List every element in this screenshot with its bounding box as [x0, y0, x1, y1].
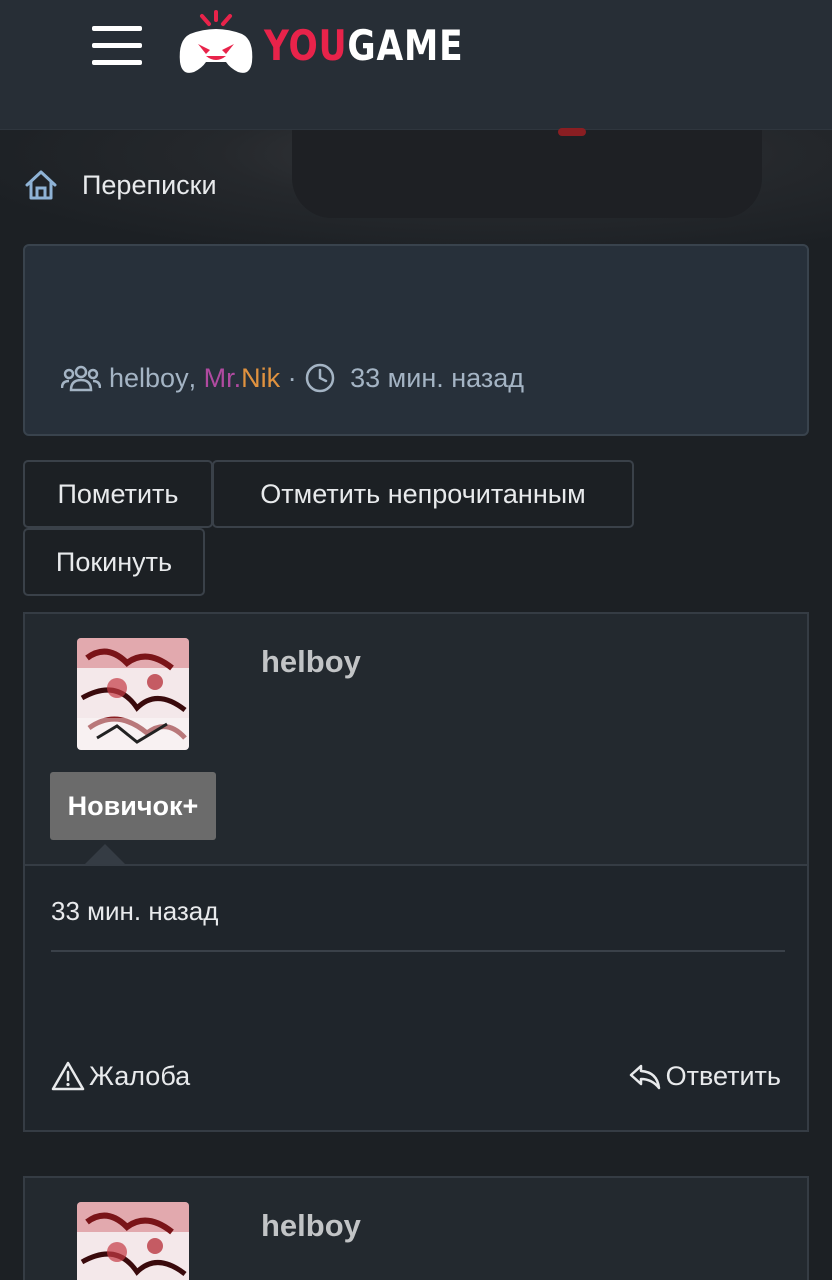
message-username[interactable]: helboy	[261, 1208, 361, 1244]
message-card: helboy	[23, 1176, 809, 1280]
conversation-time: 33 мин. назад	[350, 362, 525, 393]
menu-burger-icon[interactable]	[92, 26, 142, 68]
hero-decoration	[292, 130, 762, 218]
meta-dot: ·	[287, 362, 297, 393]
top-header: YOUGAME	[0, 0, 832, 130]
reply-button[interactable]: Ответить	[628, 1060, 781, 1092]
message-card: helboy Новичок+ 33 мин. назад Жалоба Отв…	[23, 612, 809, 1132]
report-label: Жалоба	[89, 1060, 191, 1091]
avatar-image	[77, 1202, 189, 1280]
clock-icon	[305, 363, 335, 393]
logo-text-game: GAME	[347, 20, 464, 70]
avatar[interactable]	[77, 1202, 189, 1280]
breadcrumb: Переписки	[22, 166, 217, 204]
mark-button[interactable]: Пометить	[23, 460, 213, 528]
report-button[interactable]: Жалоба	[51, 1060, 190, 1092]
message-username[interactable]: helboy	[261, 644, 361, 680]
hero-red-light	[558, 128, 586, 136]
conversation-header: helboy, Mr. Nik · 33 мин. назад	[23, 244, 809, 436]
users-icon	[61, 365, 101, 392]
participant-helboy[interactable]: helboy	[109, 363, 189, 394]
divider	[51, 950, 785, 952]
home-icon[interactable]	[22, 166, 60, 204]
participant-nik[interactable]: Nik	[241, 363, 280, 394]
message-body: 33 мин. назад Жалоба Ответить	[25, 866, 807, 1130]
conversation-meta: helboy, Mr. Nik · 33 мин. назад	[61, 362, 524, 394]
rank-badge: Новичок+	[50, 772, 216, 840]
leave-button[interactable]: Покинуть	[23, 528, 205, 596]
site-logo[interactable]: YOUGAME	[176, 10, 507, 80]
logo-text-you: YOU	[264, 20, 348, 70]
participant-mr[interactable]: Mr.	[204, 363, 242, 394]
avatar[interactable]	[77, 638, 189, 750]
reply-label: Ответить	[665, 1060, 781, 1091]
mark-unread-button[interactable]: Отметить непрочитанным	[212, 460, 634, 528]
pointer-arrow	[83, 844, 127, 866]
participant-separator: ,	[188, 362, 197, 393]
breadcrumb-label[interactable]: Переписки	[82, 170, 217, 201]
reply-icon	[629, 1064, 660, 1090]
message-time[interactable]: 33 мин. назад	[51, 896, 218, 927]
gamepad-logo-icon	[179, 10, 253, 73]
warning-icon	[51, 1061, 85, 1091]
avatar-image	[77, 638, 189, 750]
